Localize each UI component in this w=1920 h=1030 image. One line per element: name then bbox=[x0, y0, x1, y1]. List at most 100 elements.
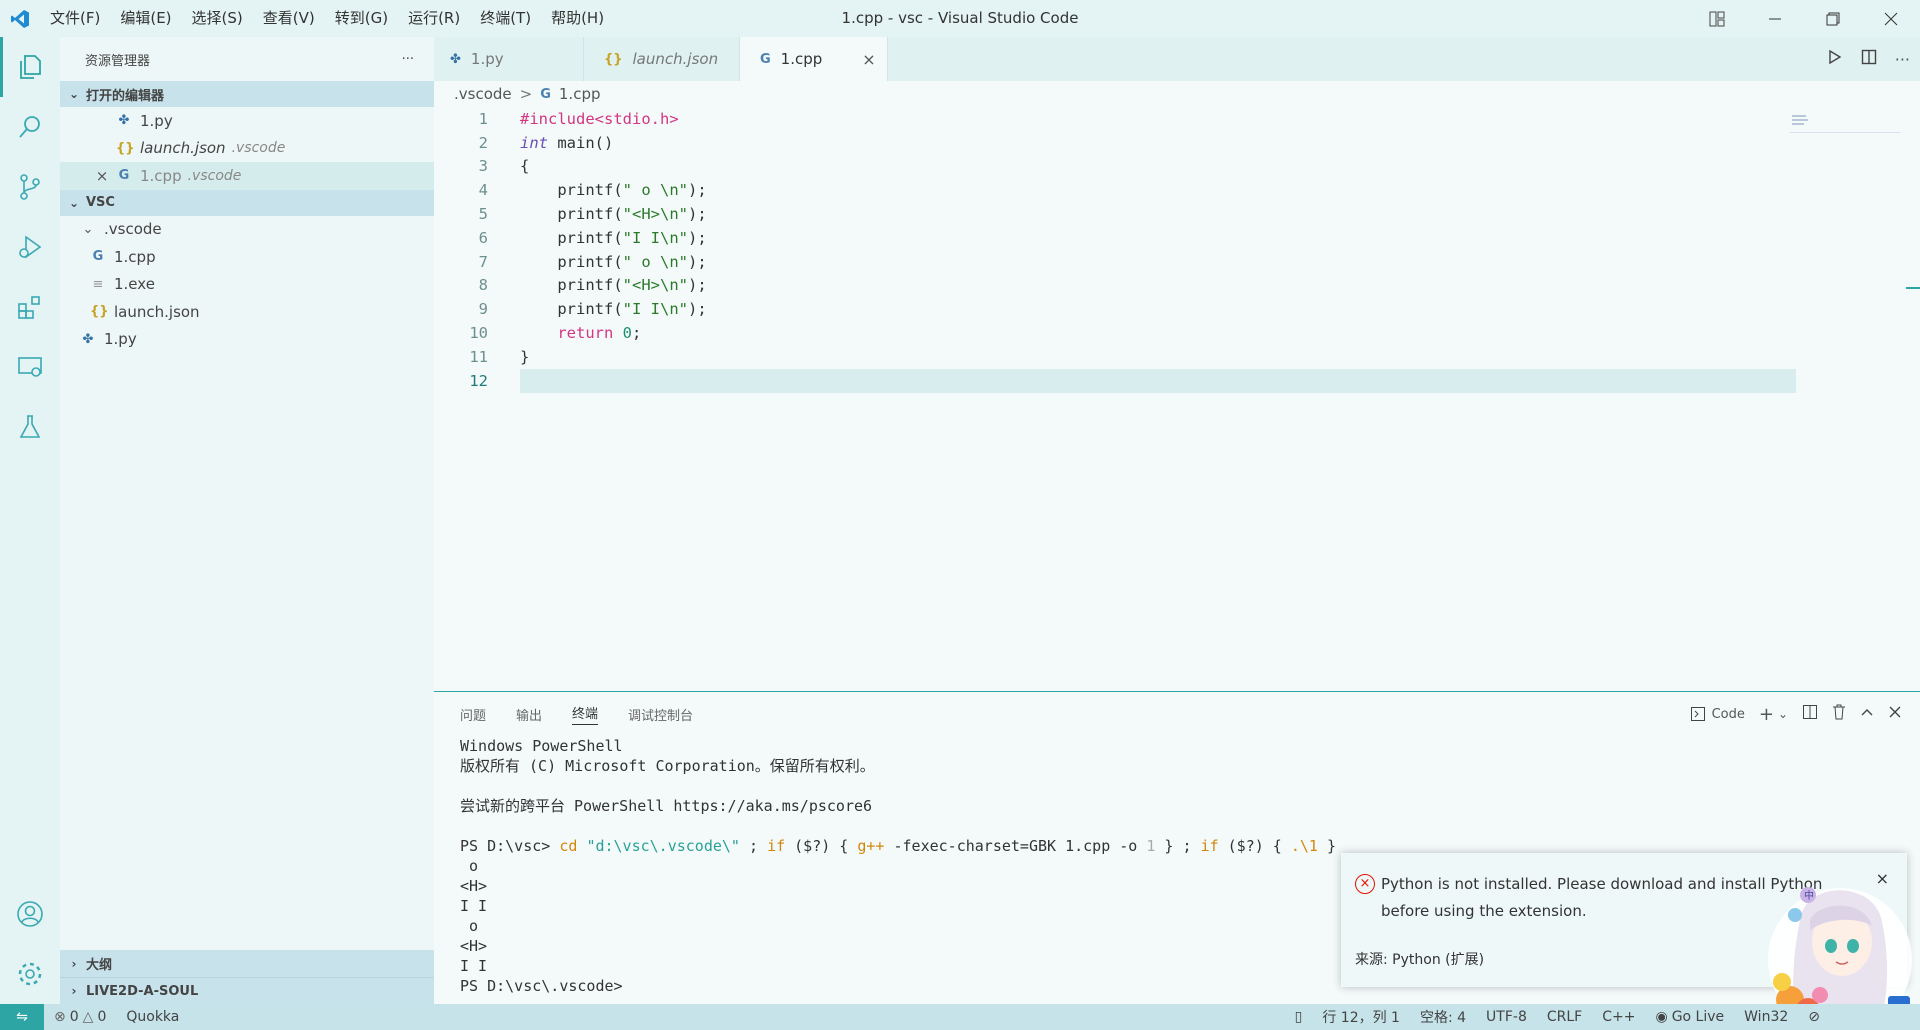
open-editor-item[interactable]: {} launch.json .vscode bbox=[60, 135, 434, 163]
restore-button[interactable] bbox=[1804, 0, 1862, 37]
line-number: 1 bbox=[478, 109, 488, 128]
split-editor-icon[interactable] bbox=[1861, 49, 1877, 69]
tab-1-py[interactable]: ✤ 1.py bbox=[434, 37, 584, 81]
breadcrumb-file[interactable]: 1.cpp bbox=[559, 85, 601, 103]
code-token: int bbox=[520, 133, 548, 152]
chevron-up-icon[interactable] bbox=[1860, 705, 1874, 723]
error-count: 0 bbox=[69, 1009, 79, 1025]
close-tab-icon[interactable]: × bbox=[862, 50, 875, 69]
extensions-icon[interactable] bbox=[0, 277, 60, 337]
minimize-button[interactable] bbox=[1746, 0, 1804, 37]
no-sync-icon[interactable]: ⊘ bbox=[1798, 1009, 1830, 1025]
json-file-icon: {} bbox=[116, 140, 135, 156]
menu-go[interactable]: 转到(G) bbox=[325, 0, 398, 37]
tree-item[interactable]: ≡ 1.exe bbox=[60, 271, 434, 299]
tab-terminal[interactable]: 终端 bbox=[572, 703, 599, 725]
code-token: { bbox=[520, 157, 530, 176]
folder-title: VSC bbox=[86, 195, 115, 210]
terminal-icon bbox=[1690, 707, 1705, 721]
open-editor-item[interactable]: × G 1.cpp .vscode bbox=[60, 162, 434, 190]
split-terminal-icon[interactable] bbox=[1802, 704, 1818, 724]
title-bar: 文件(F) 编辑(E) 选择(S) 查看(V) 转到(G) 运行(R) 终端(T… bbox=[0, 0, 1920, 37]
open-editor-item[interactable]: ✤ 1.py bbox=[60, 107, 434, 135]
menu-help[interactable]: 帮助(H) bbox=[541, 0, 614, 37]
menu-terminal[interactable]: 终端(T) bbox=[470, 0, 541, 37]
menu-file[interactable]: 文件(F) bbox=[40, 0, 110, 37]
testing-icon[interactable] bbox=[0, 397, 60, 457]
panel-tabs: 问题 输出 终端 调试控制台 Code + ⌄ bbox=[434, 692, 1920, 736]
account-icon[interactable] bbox=[0, 884, 60, 944]
explorer-icon[interactable] bbox=[0, 37, 60, 97]
line-number: 8 bbox=[478, 276, 488, 295]
code-token: #include bbox=[520, 109, 595, 128]
code-token: printf bbox=[557, 276, 614, 295]
chevron-down-icon[interactable]: ⌄ bbox=[1778, 707, 1788, 721]
tree-item[interactable]: G 1.cpp bbox=[60, 243, 434, 271]
quokka-status[interactable]: Quokka bbox=[116, 1009, 189, 1025]
menu-view[interactable]: 查看(V) bbox=[253, 0, 325, 37]
remote-explorer-icon[interactable] bbox=[0, 337, 60, 397]
code-token: printf bbox=[557, 181, 614, 200]
trash-icon[interactable] bbox=[1832, 704, 1846, 724]
layout-icon[interactable] bbox=[1688, 0, 1746, 37]
code-editor[interactable]: 1 #include<stdio.h> 2 int main() 3{ 4 prin… bbox=[434, 107, 1920, 393]
code-line: 5 printf("<H>\n"); bbox=[434, 202, 1920, 226]
code-token: main() bbox=[548, 133, 614, 152]
tab-output[interactable]: 输出 bbox=[516, 705, 542, 724]
menu-selection[interactable]: 选择(S) bbox=[182, 0, 253, 37]
open-editors-header[interactable]: ⌄ 打开的编辑器 bbox=[60, 81, 434, 107]
run-debug-icon[interactable] bbox=[0, 217, 60, 277]
code-token: } bbox=[520, 347, 530, 366]
language-mode[interactable]: C++ bbox=[1592, 1009, 1645, 1025]
menu-run[interactable]: 运行(R) bbox=[398, 0, 470, 37]
terminal-token: ($?) { bbox=[1218, 837, 1291, 855]
outline-header[interactable]: › 大纲 bbox=[60, 950, 434, 977]
breadcrumb-folder[interactable]: .vscode bbox=[454, 85, 512, 103]
close-window-button[interactable] bbox=[1862, 0, 1920, 37]
go-live-button[interactable]: ◉ Go Live bbox=[1645, 1009, 1734, 1025]
cursor-position[interactable]: 行 12，列 1 bbox=[1312, 1007, 1410, 1027]
cpp-file-icon: G bbox=[118, 168, 130, 184]
run-icon[interactable] bbox=[1827, 49, 1843, 69]
code-line: 10 return 0; bbox=[434, 321, 1920, 345]
add-terminal-icon[interactable]: + bbox=[1759, 704, 1774, 725]
minimap[interactable] bbox=[1790, 109, 1900, 133]
code-token: printf bbox=[557, 205, 614, 224]
gear-icon[interactable] bbox=[0, 944, 60, 1004]
tree-item-folder[interactable]: ⌄ .vscode bbox=[60, 216, 434, 244]
platform[interactable]: Win32 bbox=[1734, 1009, 1798, 1025]
tree-item[interactable]: {} launch.json bbox=[60, 298, 434, 326]
line-number: 3 bbox=[478, 157, 488, 176]
tab-debug-console[interactable]: 调试控制台 bbox=[628, 705, 693, 724]
cpp-file-icon: G bbox=[760, 51, 771, 67]
indentation[interactable]: 空格: 4 bbox=[1410, 1007, 1476, 1027]
end-of-line[interactable]: CRLF bbox=[1537, 1009, 1592, 1025]
search-icon[interactable] bbox=[0, 97, 60, 157]
menu-edit[interactable]: 编辑(E) bbox=[110, 0, 181, 37]
more-actions-icon[interactable]: ··· bbox=[402, 52, 414, 67]
tab-problems[interactable]: 问题 bbox=[460, 705, 486, 724]
problems-status[interactable]: ⊗ 0 △ 0 bbox=[44, 1009, 116, 1025]
terminal-selector[interactable]: Code bbox=[1690, 706, 1745, 722]
tab-1-cpp[interactable]: G 1.cpp × bbox=[740, 37, 888, 81]
database-icon[interactable]: ▯ bbox=[1285, 1009, 1313, 1025]
code-token: printf bbox=[557, 252, 614, 271]
encoding[interactable]: UTF-8 bbox=[1476, 1009, 1537, 1025]
remote-indicator-icon[interactable]: ⇋ bbox=[0, 1004, 44, 1030]
svg-text:中: 中 bbox=[1804, 889, 1814, 902]
source-control-icon[interactable] bbox=[0, 157, 60, 217]
tree-item[interactable]: ✤ 1.py bbox=[60, 326, 434, 354]
code-line: 1 #include<stdio.h> bbox=[434, 107, 1920, 131]
more-actions-icon[interactable]: ··· bbox=[1895, 50, 1910, 69]
tab-launch-json[interactable]: {} launch.json bbox=[584, 37, 740, 81]
code-line: 6 printf("I I\n"); bbox=[434, 226, 1920, 250]
line-number: 4 bbox=[478, 181, 488, 200]
live2d-header[interactable]: › LIVE2D-A-SOUL bbox=[60, 977, 434, 1004]
editor-tabs: ✤ 1.py {} launch.json G 1.cpp × ··· bbox=[434, 37, 1920, 81]
close-panel-icon[interactable] bbox=[1888, 705, 1902, 723]
folder-header[interactable]: ⌄ VSC bbox=[60, 189, 434, 216]
code-token: "<H>\n" bbox=[622, 276, 688, 295]
terminal-token: cd bbox=[559, 837, 578, 855]
vscode-logo-icon bbox=[0, 0, 40, 37]
close-icon[interactable]: × bbox=[94, 167, 110, 185]
